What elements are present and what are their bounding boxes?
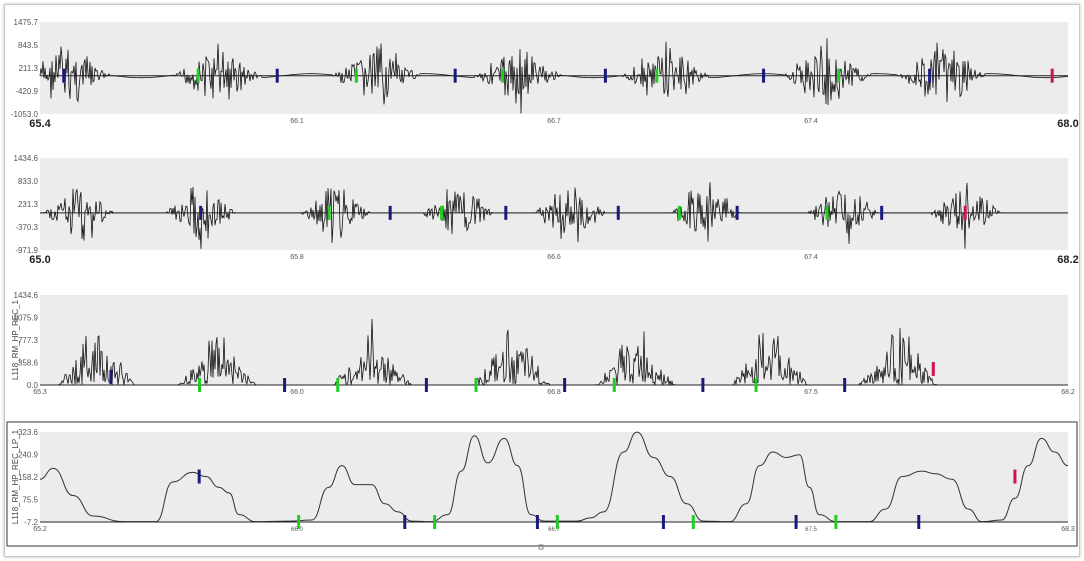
marker-blue [275,68,279,83]
y-tick-label: 1434.6 [14,291,39,300]
marker-green [440,205,444,220]
x-tick-label: 65.3 [33,389,47,396]
panel-1: 1475.7843.5211.3-420.9-1053.065.4 66.1 66.… [11,18,1079,130]
marker-green [612,378,616,392]
y-tick-label: 158.2 [18,473,39,482]
panel-4: 323.6240.9158.275.5-7.265.2 66.0 66.7 67.5 6… [6,421,1078,547]
marker-blue [701,378,705,392]
marker-green [825,205,829,220]
marker-blue [388,205,392,220]
marker-green [433,515,437,529]
marker-green [336,378,340,392]
y-tick-label: 231.3 [18,200,39,209]
marker-blue [504,205,508,220]
marker-green [354,68,358,83]
plot-area [40,22,1068,114]
marker-red [931,362,935,376]
marker-blue [109,370,113,384]
marker-blue [735,205,739,220]
x-tick-label: 65.0 [29,254,50,266]
channel-label: L118_RM_HP_REC_LP_1 [11,429,20,524]
marker-blue [453,68,457,83]
marker-green [474,378,478,392]
marker-blue [843,378,847,392]
marker-blue [283,378,287,392]
y-tick-label: 833.0 [18,177,39,186]
y-tick-label: 777.3 [18,336,39,345]
x-tick-label: 67.5 [805,527,817,533]
marker-blue [616,205,620,220]
marker-blue [62,68,66,83]
marker-green [198,378,202,392]
marker-green [655,68,659,83]
marker-blue [535,515,539,529]
marker-red [1013,469,1017,484]
marker-green [297,515,301,529]
marker-blue [563,378,567,392]
marker-green [837,68,841,83]
marker-blue [424,378,428,392]
marker-blue [403,515,407,529]
marker-green [691,515,695,529]
panel-3: 1434.61075.9777.3358.60.065.3 66.0 66.8 67.… [11,291,1075,396]
y-tick-label: 240.9 [18,451,39,460]
plot-area [40,432,1068,522]
x-tick-label: 66.6 [547,254,561,261]
x-tick-label: 65.8 [290,254,304,261]
marker-red [963,205,967,220]
marker-blue [917,515,921,529]
marker-blue [199,205,203,220]
x-tick-label: 65.4 [29,118,51,130]
marker-green [754,378,758,392]
y-tick-label: 211.3 [19,64,39,73]
y-tick-label: 75.5 [22,496,38,505]
marker-green [501,68,505,83]
marker-blue [762,68,766,83]
x-tick-label: 66.8 [547,389,561,396]
marker-blue [794,515,798,529]
emg-figure: 1475.7843.5211.3-420.9-1053.065.4 66.1 66.… [6,18,1079,550]
marker-green [327,205,331,220]
channel-label: L118_RM_HP_REC_1 [11,300,20,380]
x-tick-label: 67.4 [804,118,818,125]
x-tick-label: 68.0 [1057,118,1078,130]
panel-2: 1434.6833.0231.3-370.3-971.965.0 65.8 66.6… [14,154,1079,266]
y-tick-label: 323.6 [18,428,39,437]
y-tick-label: 843.5 [18,41,39,50]
marker-red [1050,68,1054,83]
marker-blue [880,205,884,220]
marker-blue [661,515,665,529]
x-tick-label: 66.1 [290,118,304,125]
marker-blue [928,68,932,83]
x-tick-label: 66.7 [547,118,561,125]
x-tick-label: 67.5 [804,389,818,396]
y-tick-label: 358.6 [18,359,39,368]
y-tick-label: 1434.6 [14,154,39,163]
y-tick-label: 1475.7 [14,18,39,27]
marker-green [196,68,200,83]
marker-blue [197,469,201,484]
x-tick-label: 67.4 [804,254,818,261]
marker-green [677,205,681,220]
x-tick-label: 66.0 [290,389,304,396]
marker-blue [603,68,607,83]
y-tick-label: -370.3 [15,223,38,232]
marker-green [555,515,559,529]
x-tick-label: 68.2 [1057,254,1078,266]
y-tick-label: -420.9 [15,87,38,96]
x-tick-label: 68.2 [1061,389,1075,396]
x-tick-label: 65.2 [33,526,47,533]
x-tick-label: 68.3 [1061,526,1075,533]
marker-green [834,515,838,529]
